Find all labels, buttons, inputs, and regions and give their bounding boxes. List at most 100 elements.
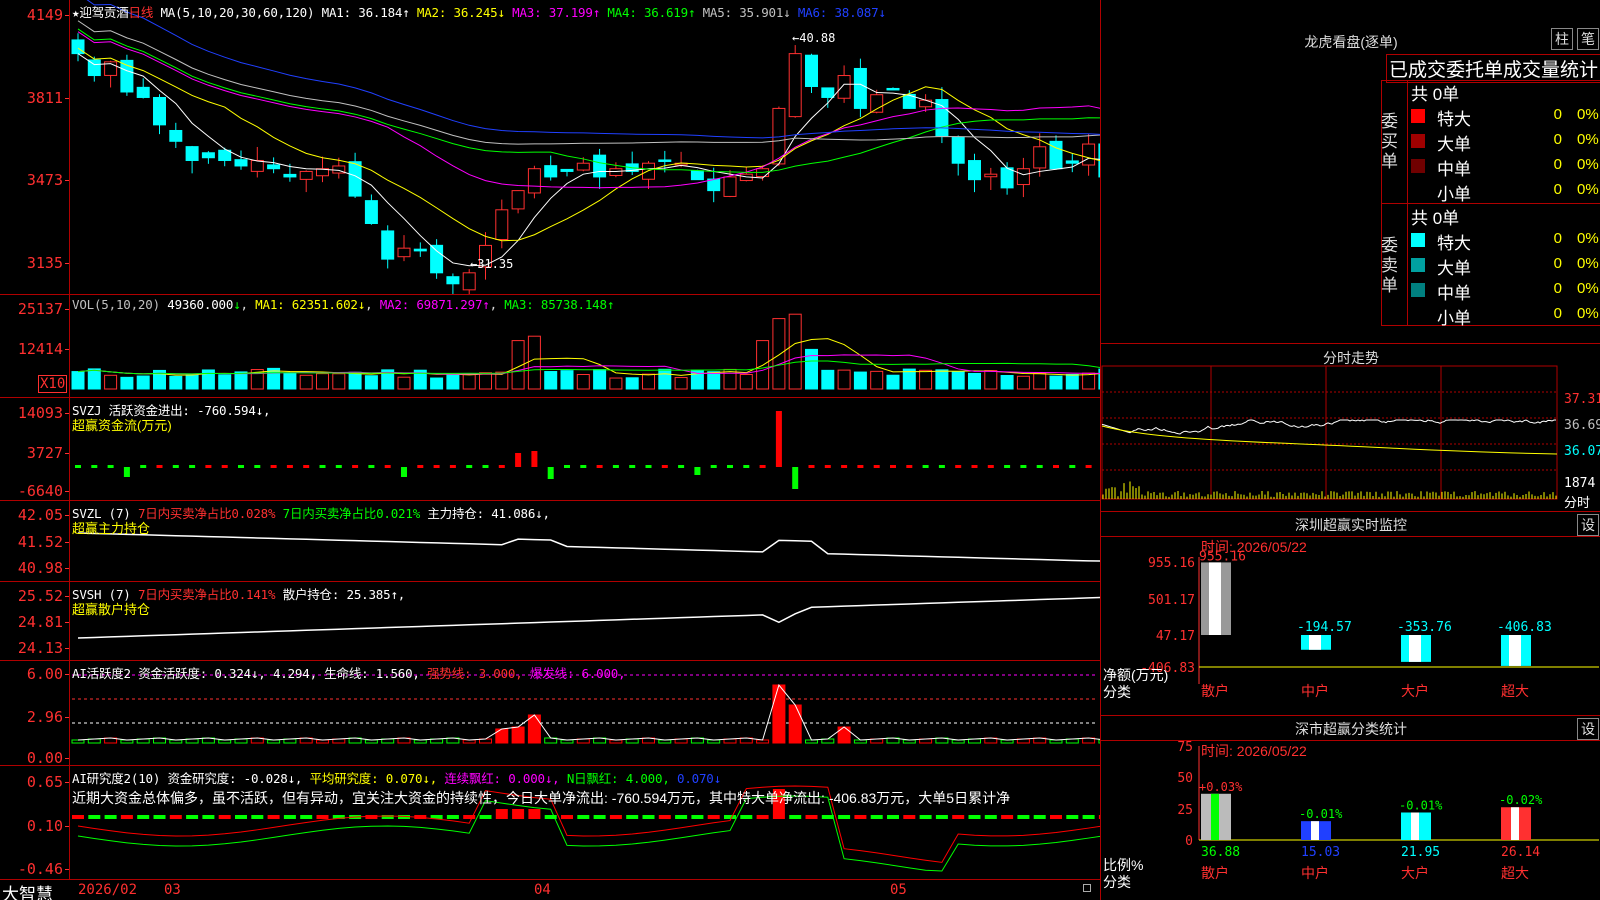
research-bar	[675, 815, 688, 819]
ai-active-title-b: 强势线: 3.000,	[427, 666, 523, 681]
category-label: 散户	[1201, 865, 1229, 881]
volume-bar	[527, 335, 541, 390]
flow-bar	[531, 451, 538, 467]
candle	[1033, 146, 1047, 169]
ai-active-panel[interactable]: 6.00 2.96 0.00 AI活跃度2 资金活跃度: 0.324↓, 4.2…	[0, 661, 1100, 766]
svsh-title-b: 7日内买卖净占比0.141%	[137, 587, 276, 602]
period-label[interactable]: 日线	[129, 5, 154, 20]
ma-value-6: MA6: 38.087↓	[790, 5, 886, 20]
chart-area[interactable]: 4149 3811 3473 3135 ←40.88 ←31.35 ★迎驾贡酒日线…	[0, 0, 1100, 900]
volume-bar	[283, 372, 297, 390]
research-bar	[626, 815, 639, 819]
candle	[853, 67, 867, 109]
volume-bar	[397, 376, 411, 390]
research-bar	[218, 815, 231, 819]
volume-panel[interactable]: 25137 12414 X10 VOL(5,10,20) 49360.000↓,…	[0, 295, 1100, 398]
volume-bar	[951, 371, 965, 390]
volume-bar	[71, 371, 85, 390]
date-tick: 05	[890, 882, 907, 898]
change-label: -0.01%	[1399, 798, 1443, 812]
lock-icon[interactable]	[1083, 884, 1091, 892]
kline-chart[interactable]: ←40.88 ←31.35	[0, 0, 1100, 295]
candle	[1000, 167, 1014, 189]
research-bar	[740, 815, 753, 819]
y-tick: 25	[1177, 803, 1193, 818]
research-bar	[495, 809, 508, 819]
category-label: 超大	[1501, 683, 1529, 699]
vol-ma3: MA3: 85738.148↑	[504, 297, 615, 312]
flow-bar	[792, 467, 799, 489]
sell-row: 大单 0 0%	[1407, 253, 1600, 278]
volume-bar	[348, 371, 362, 390]
row-pct: 0%	[1577, 280, 1599, 297]
sz-monitor-chart[interactable]: 955.16 501.17 47.17 -406.83 955.16 散户 -194.57 中…	[1101, 512, 1600, 716]
candle	[609, 168, 623, 176]
ma-value-1: MA1: 36.184↑	[321, 5, 410, 20]
research-bar	[169, 815, 182, 819]
ai-research-panel[interactable]: 0.65 0.10 -0.46 AI研究度2(10) 资金研究度: -0.028…	[0, 766, 1100, 880]
ma-value-5: MA5: 35.901↓	[695, 5, 791, 20]
candle	[576, 162, 590, 171]
ratio-value-label: 26.14	[1501, 845, 1540, 860]
tick-mode-button[interactable]: 笔	[1577, 28, 1599, 50]
row-label: 大单	[1437, 135, 1471, 154]
volume-bar	[544, 371, 558, 390]
buy-row: 特大 0 0%	[1407, 104, 1600, 129]
sz-class-panel[interactable]: 深市超赢分类统计 设 时间: 2026/05/22 75 50 25 0 +0.03% 3…	[1101, 716, 1600, 900]
net-bar-highlight	[1309, 635, 1321, 650]
flow-bar	[91, 465, 98, 468]
flow-bar	[890, 465, 896, 468]
candle	[886, 87, 900, 91]
flow-bar	[270, 465, 277, 468]
candle	[821, 87, 835, 98]
research-bar	[968, 815, 981, 819]
flow-bar	[75, 465, 81, 468]
activity-bar	[788, 704, 802, 744]
kline-panel[interactable]: 4149 3811 3473 3135 ←40.88 ←31.35 ★迎驾贡酒日线…	[0, 0, 1100, 295]
flow-bar	[906, 465, 913, 468]
volume-bar	[919, 369, 933, 390]
intraday-panel[interactable]: 分时走势 37.31 36.69 36.07 1874 分时	[1101, 344, 1600, 512]
flow-bar	[938, 465, 945, 468]
volume-bar	[853, 371, 867, 390]
ai-research-title-d: N日飘红: 4.000,	[566, 771, 670, 786]
research-bar	[479, 815, 492, 819]
research-bar	[756, 815, 769, 819]
volume-bar	[364, 375, 378, 390]
candle	[837, 75, 851, 99]
svzj-panel[interactable]: 14093 3727 -6640 SVZJ 活跃资金进出: -760.594↓,…	[0, 398, 1100, 501]
flow-bar	[564, 465, 570, 468]
research-bar	[789, 815, 802, 819]
svzl-panel[interactable]: 42.05 41.52 40.98 SVZL (7) 7日内买卖净占比0.028…	[0, 501, 1100, 582]
sz-monitor-panel[interactable]: 深圳超赢实时监控 设 时间: 2026/05/22 955.16 501.17 47…	[1101, 512, 1600, 716]
research-bar	[300, 815, 313, 819]
row-pct: 0%	[1577, 131, 1599, 148]
bar-mode-button[interactable]: 柱	[1551, 28, 1573, 50]
candle	[935, 99, 949, 137]
candle	[381, 230, 395, 260]
flow-bar	[482, 465, 489, 468]
flow-bar	[401, 467, 407, 477]
research-bar	[1017, 815, 1030, 819]
candle	[446, 276, 460, 285]
flow-bar	[645, 465, 652, 468]
intraday-chart[interactable]	[1101, 344, 1600, 512]
candle	[805, 54, 818, 87]
candle	[1016, 168, 1030, 186]
net-value-label: -353.76	[1397, 620, 1452, 635]
research-bar	[153, 815, 166, 819]
research-bar	[935, 815, 948, 819]
row-count: 0	[1553, 230, 1562, 247]
flow-bar	[547, 467, 554, 479]
sz-class-chart[interactable]: 75 50 25 0 +0.03% 36.88 散户 -0.01% 15.03 中户 -0.01% 2…	[1101, 716, 1600, 900]
ai-research-header: AI研究度2(10) 资金研究度: -0.028↓, 平均研究度: 0.070↓…	[72, 768, 721, 787]
svsh-panel[interactable]: 25.52 24.81 24.13 SVSH (7) 7日内买卖净占比0.141…	[0, 582, 1100, 661]
volume-bar	[625, 377, 639, 390]
flow-bar	[678, 465, 685, 468]
svsh-subtitle: 超赢散户持仓	[72, 602, 151, 617]
net-value-label: -406.83	[1497, 620, 1552, 635]
research-bar	[202, 815, 215, 819]
row-label: 小单	[1437, 309, 1471, 328]
row-label: 小单	[1437, 185, 1471, 204]
research-bar	[512, 809, 525, 819]
